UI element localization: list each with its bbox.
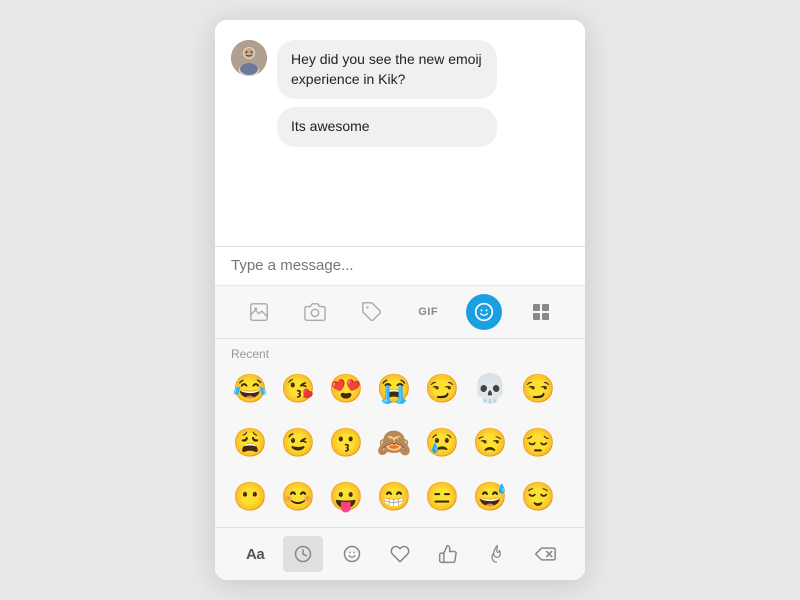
emoji-cell[interactable]: 😘 — [275, 365, 321, 411]
keyboard-button[interactable]: Aa — [235, 536, 275, 572]
emoji-cell[interactable]: 😢 — [419, 419, 465, 465]
smiley-button[interactable] — [332, 536, 372, 572]
standalone-message-text: Its awesome — [291, 118, 370, 134]
emoji-cell[interactable]: 😏 — [419, 365, 465, 411]
emoji-cell[interactable]: 💀 — [467, 365, 513, 411]
emoji-cell[interactable]: 😂 — [227, 365, 273, 411]
delete-icon — [534, 544, 556, 564]
phone-frame: Hey did you see the new emoij experience… — [215, 20, 585, 580]
emoji-cell[interactable]: 😔 — [515, 419, 561, 465]
emoji-cell[interactable]: 😌 — [515, 473, 561, 519]
avatar-image — [231, 40, 267, 76]
emoji-cell[interactable]: 😗 — [323, 419, 369, 465]
message-bubble-standalone: Its awesome — [277, 107, 497, 147]
message-bubbles: Hey did you see the new emoij experience… — [277, 40, 497, 99]
sticker-icon — [361, 301, 383, 323]
emoji-cell[interactable]: 😊 — [275, 473, 321, 519]
avatar-svg — [231, 40, 267, 76]
chat-area: Hey did you see the new emoij experience… — [215, 20, 585, 246]
message-bubble: Hey did you see the new emoij experience… — [277, 40, 497, 99]
emoji-cell[interactable]: 😅 — [467, 473, 513, 519]
emoji-button[interactable] — [466, 294, 502, 330]
apps-button[interactable] — [523, 294, 559, 330]
emoji-picker: Recent 😂 😘 😍 😭 😏 💀 😏 😩 😉 😗 🙈 😢 😒 😔 😶 😊 — [215, 338, 585, 527]
sticker-button[interactable] — [354, 294, 390, 330]
thumbsup-button[interactable] — [428, 536, 468, 572]
fire-icon — [487, 544, 507, 564]
emoji-row-1: 😂 😘 😍 😭 😏 💀 😏 — [215, 365, 585, 419]
emoji-cell[interactable]: 😭 — [371, 365, 417, 411]
grid-icon — [533, 304, 549, 320]
emoji-cell[interactable]: 😛 — [323, 473, 369, 519]
gif-button[interactable]: GIF — [410, 294, 446, 330]
emoji-icon — [474, 302, 494, 322]
emoji-row-2: 😩 😉 😗 🙈 😢 😒 😔 — [215, 419, 585, 473]
emoji-cell[interactable]: 😍 — [323, 365, 369, 411]
emoji-section-label: Recent — [215, 339, 585, 365]
message-input-area[interactable] — [215, 246, 585, 285]
emoji-cell[interactable]: 😏 — [515, 365, 561, 411]
image-icon — [248, 301, 270, 323]
bottom-nav: Aa — [215, 527, 585, 580]
emoji-toolbar: GIF — [215, 285, 585, 338]
message-input[interactable] — [231, 257, 569, 274]
smiley-icon — [342, 544, 362, 564]
message-row: Hey did you see the new emoij experience… — [231, 40, 569, 99]
image-button[interactable] — [241, 294, 277, 330]
emoji-cell[interactable]: 😶 — [227, 473, 273, 519]
avatar — [231, 40, 267, 76]
recent-emoji-button[interactable] — [283, 536, 323, 572]
emoji-cell[interactable]: 🙈 — [371, 419, 417, 465]
emoji-cell[interactable]: 😒 — [467, 419, 513, 465]
thumbsup-icon — [438, 544, 458, 564]
delete-button[interactable] — [525, 536, 565, 572]
clock-icon — [293, 544, 313, 564]
aa-label: Aa — [246, 546, 264, 563]
heart-button[interactable] — [380, 536, 420, 572]
emoji-cell[interactable]: 😉 — [275, 419, 321, 465]
emoji-row-3: 😶 😊 😛 😁 😑 😅 😌 — [215, 473, 585, 527]
fire-button[interactable] — [477, 536, 517, 572]
camera-button[interactable] — [297, 294, 333, 330]
camera-icon — [304, 301, 326, 323]
emoji-cell[interactable]: 😩 — [227, 419, 273, 465]
emoji-cell[interactable]: 😁 — [371, 473, 417, 519]
gif-label: GIF — [418, 306, 438, 318]
message-text: Hey did you see the new emoij experience… — [291, 51, 482, 87]
emoji-cell[interactable]: 😑 — [419, 473, 465, 519]
heart-icon — [390, 544, 410, 564]
